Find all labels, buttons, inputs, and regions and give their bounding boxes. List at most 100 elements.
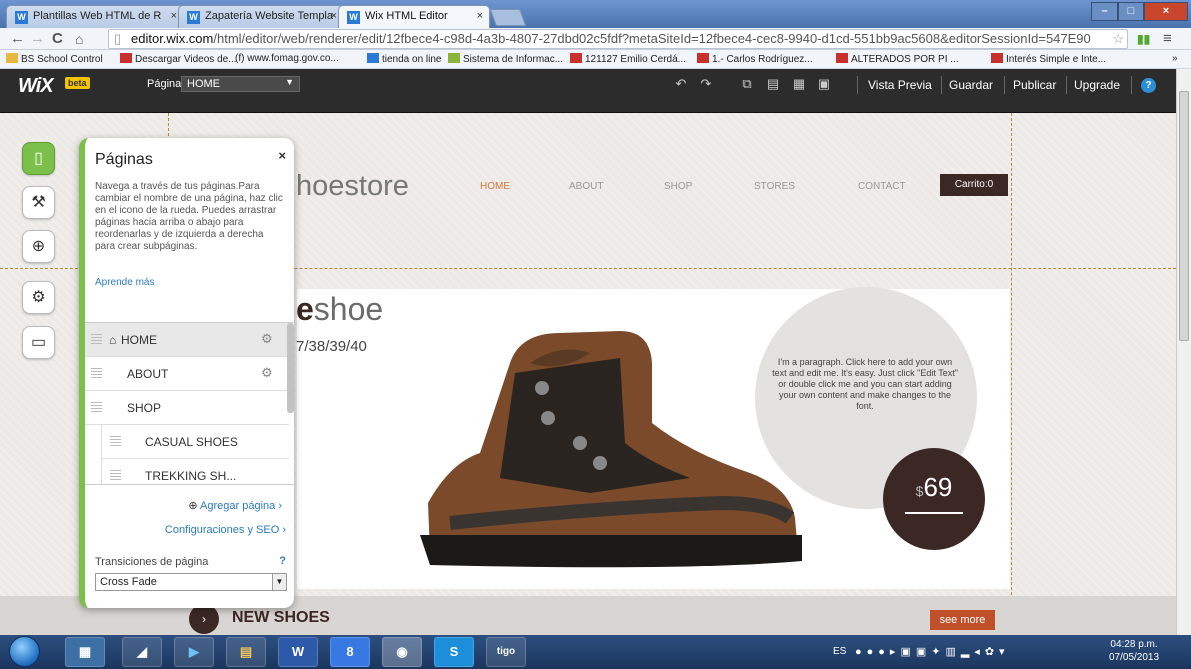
- site-brand-logo[interactable]: hoestore: [296, 170, 409, 203]
- close-tab-icon[interactable]: ×: [331, 10, 337, 22]
- see-more-button[interactable]: see more: [930, 610, 995, 630]
- add-page-link[interactable]: ⊕ Agregar página ›: [188, 499, 282, 512]
- grid-toggle-icon[interactable]: ▦: [790, 75, 808, 93]
- pages-icon[interactable]: ▯: [22, 142, 55, 175]
- help-icon[interactable]: ?: [1141, 78, 1156, 93]
- store-icon[interactable]: ▭: [22, 326, 55, 359]
- drag-handle-icon[interactable]: [110, 470, 121, 481]
- help-icon[interactable]: ?: [279, 555, 286, 567]
- bookmark-item[interactable]: tienda on line: [367, 53, 442, 65]
- preview-button[interactable]: Vista Previa: [868, 78, 932, 92]
- bookmark-item[interactable]: (f) www.fomag.gov.co...: [235, 53, 339, 64]
- page-row-trekking-shoes[interactable]: TREKKING SH...: [101, 459, 289, 484]
- publish-button[interactable]: Publicar: [1013, 78, 1056, 92]
- forward-arrow-icon[interactable]: →: [30, 29, 45, 49]
- skype-icon[interactable]: S: [434, 637, 474, 667]
- browser-tab-wix-editor[interactable]: W Wix HTML Editor ×: [338, 5, 490, 28]
- page-row-shop[interactable]: SHOP: [85, 391, 289, 425]
- new-shoes-heading[interactable]: NEW SHOES: [232, 609, 330, 627]
- maximize-icon[interactable]: □: [1118, 2, 1144, 21]
- tigo-icon[interactable]: tigo: [486, 637, 526, 667]
- add-plus-icon[interactable]: ⊕: [22, 230, 55, 263]
- bookmark-item[interactable]: Descargar Videos de...: [120, 53, 237, 65]
- page-row-casual-shoes[interactable]: CASUAL SHOES: [101, 425, 289, 459]
- learn-more-link[interactable]: Aprende más: [95, 277, 154, 288]
- bookmark-item[interactable]: 1.- Carlos Rodríguez...: [697, 53, 813, 65]
- language-indicator[interactable]: ES: [833, 646, 846, 657]
- media-player-icon[interactable]: ▶: [174, 637, 214, 667]
- boot-image[interactable]: [390, 303, 810, 573]
- tray-icons[interactable]: ●●●▸▣▣✦▥▂◂✿▾: [855, 645, 1010, 658]
- url-input[interactable]: ▯ editor.wix.com/html/editor/web/rendere…: [108, 29, 1128, 49]
- bookmark-item[interactable]: ALTERADOS POR PI ...: [836, 53, 959, 65]
- site-nav-stores[interactable]: STORES: [754, 181, 795, 192]
- site-nav-about[interactable]: ABOUT: [569, 181, 603, 192]
- chrome-icon[interactable]: ◉: [382, 637, 422, 667]
- drag-handle-icon[interactable]: [110, 436, 121, 447]
- copy-icon[interactable]: ⧉: [738, 75, 756, 93]
- redo-icon[interactable]: ↷: [697, 75, 715, 93]
- start-button[interactable]: [9, 636, 40, 667]
- window-close-icon[interactable]: ×: [1144, 2, 1188, 21]
- back-arrow-icon[interactable]: ←: [10, 29, 25, 49]
- scrollbar-thumb[interactable]: [1179, 91, 1189, 341]
- calculator-icon[interactable]: ▦: [65, 637, 105, 667]
- more-bookmarks-button[interactable]: »: [1172, 53, 1178, 64]
- menu-icon[interactable]: ≡: [1163, 29, 1172, 49]
- site-nav-home[interactable]: HOME: [480, 181, 510, 192]
- page-label: Página: [147, 78, 182, 90]
- drag-handle-icon[interactable]: [91, 334, 102, 345]
- google-search-icon[interactable]: 8: [330, 637, 370, 667]
- page-row-label: SHOP: [127, 401, 162, 415]
- youtube-icon: [697, 53, 709, 63]
- page-row-home[interactable]: ⌂ HOME ⚙: [85, 323, 289, 357]
- site-nav-contact[interactable]: CONTACT: [858, 181, 906, 192]
- design-hammer-icon[interactable]: ⚒: [22, 186, 55, 219]
- bookmark-star-icon[interactable]: ☆: [1112, 30, 1124, 48]
- undo-icon[interactable]: ↶: [672, 75, 690, 93]
- hero-paragraph[interactable]: I'm a paragraph. Click here to add your …: [770, 357, 960, 412]
- price-badge[interactable]: $69: [883, 448, 985, 550]
- bookmark-item[interactable]: 121127 Emilio Cerdá...: [570, 53, 686, 65]
- transition-select[interactable]: Cross Fade ▼: [95, 573, 287, 591]
- gear-icon[interactable]: ⚙: [261, 331, 273, 347]
- page-row-about[interactable]: ABOUT ⚙: [85, 357, 289, 391]
- hero-sizes[interactable]: 7/38/39/40: [296, 338, 367, 355]
- browser-tab-plantillas[interactable]: W Plantillas Web HTML de R ×: [6, 5, 184, 28]
- reload-icon[interactable]: C: [52, 29, 63, 49]
- bookmark-item[interactable]: Interés Simple e Inte...: [991, 53, 1106, 65]
- word-icon[interactable]: W: [278, 637, 318, 667]
- paste-icon[interactable]: ▤: [764, 75, 782, 93]
- snap-toggle-icon[interactable]: ▣: [815, 75, 833, 93]
- tab-title: Wix HTML Editor: [365, 10, 448, 22]
- clock[interactable]: 04:28 p.m. 07/05/2013: [1109, 638, 1159, 664]
- bookmark-item[interactable]: Sistema de Informac...: [448, 53, 563, 65]
- new-tab-button[interactable]: [489, 9, 527, 26]
- hero-title[interactable]: eshoe: [296, 291, 383, 328]
- page-select[interactable]: HOME ▼: [181, 76, 300, 92]
- browser-tab-zapateria[interactable]: W Zapatería Website Templa ×: [178, 5, 344, 28]
- hero-title-rest: shoe: [313, 291, 384, 327]
- close-tab-icon[interactable]: ×: [171, 10, 177, 22]
- signal-extension-icon[interactable]: ▮▮: [1137, 29, 1150, 49]
- settings-gear-icon[interactable]: ⚙: [22, 281, 55, 314]
- drag-handle-icon[interactable]: [91, 368, 102, 379]
- cart-button[interactable]: Carrito:0: [940, 174, 1008, 196]
- minimize-icon[interactable]: –: [1091, 2, 1118, 21]
- close-tab-icon[interactable]: ×: [477, 10, 483, 22]
- pages-list-scrollbar[interactable]: [287, 323, 294, 413]
- site-nav-shop[interactable]: SHOP: [664, 181, 692, 192]
- bookmark-item[interactable]: BS School Control: [6, 53, 103, 65]
- page-scrollbar[interactable]: [1176, 69, 1191, 635]
- upgrade-button[interactable]: Upgrade: [1074, 78, 1120, 92]
- drag-handle-icon[interactable]: [91, 402, 102, 413]
- folder-app-icon[interactable]: ◢: [122, 637, 162, 667]
- gear-icon[interactable]: ⚙: [261, 365, 273, 381]
- save-button[interactable]: Guardar: [949, 78, 993, 92]
- settings-seo-link[interactable]: Configuraciones y SEO ›: [165, 524, 286, 536]
- explorer-icon[interactable]: ▤: [226, 637, 266, 667]
- chevron-right-icon[interactable]: ›: [189, 604, 219, 634]
- home-icon[interactable]: ⌂: [75, 29, 83, 49]
- close-icon[interactable]: ×: [278, 148, 286, 163]
- settings-seo-label: Configuraciones y SEO: [164, 524, 280, 536]
